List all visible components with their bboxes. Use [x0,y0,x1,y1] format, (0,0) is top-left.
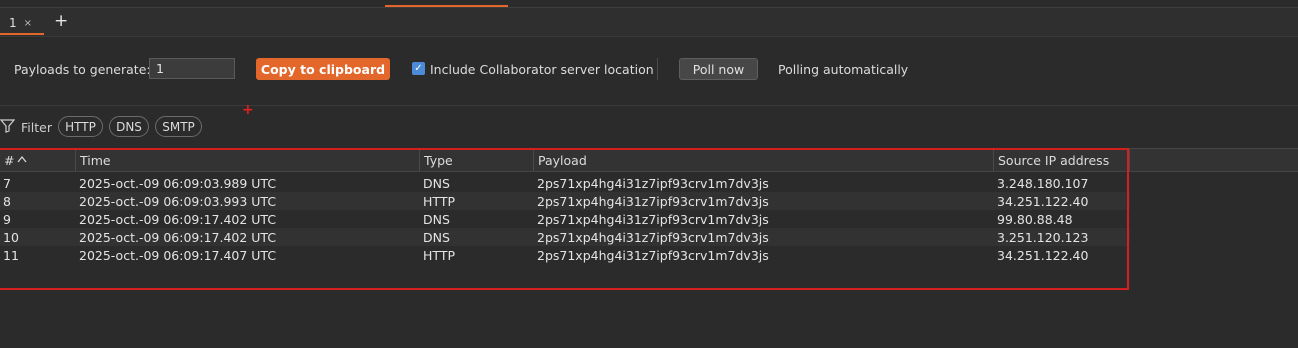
tab-close-icon[interactable]: × [24,18,32,29]
column-header-type[interactable]: Type [420,149,534,171]
cell-payload: 2ps71xp4hg4i31z7ipf93crv1m7dv3js [537,211,769,227]
cell-time: 2025-oct.-09 06:09:03.989 UTC [79,175,277,191]
table-row[interactable]: 8 2025-oct.-09 06:09:03.993 UTC HTTP 2ps… [0,192,1130,210]
cell-source-ip: 99.80.88.48 [997,211,1073,227]
column-header-source-ip[interactable]: Source IP address [994,149,1130,171]
column-header-time[interactable]: Time [76,149,420,171]
filter-pill-http[interactable]: HTTP [58,116,103,137]
payloads-to-generate-label: Payloads to generate: [14,62,151,77]
tab-active-underline [0,33,44,35]
cell-type: DNS [423,175,450,191]
table-row[interactable]: 10 2025-oct.-09 06:09:17.402 UTC DNS 2ps… [0,228,1130,246]
filter-pill-dns[interactable]: DNS [109,116,149,137]
table-row[interactable]: 11 2025-oct.-09 06:09:17.407 UTC HTTP 2p… [0,246,1130,264]
cell-payload: 2ps71xp4hg4i31z7ipf93crv1m7dv3js [537,175,769,191]
cell-type: HTTP [423,193,455,209]
cell-source-ip: 3.248.180.107 [997,175,1089,191]
column-header-number[interactable]: # [0,149,76,171]
cell-time: 2025-oct.-09 06:09:03.993 UTC [79,193,277,209]
toolbar-separator [657,58,658,80]
filter-bar: Filter HTTP DNS SMTP [0,116,600,138]
table-header: # Time Type Payload Source IP address [0,148,1298,172]
cell-number: 7 [3,175,11,191]
cell-time: 2025-oct.-09 06:09:17.407 UTC [79,247,277,263]
add-tab-button[interactable]: + [54,11,68,31]
filter-icon[interactable] [0,119,16,136]
cell-source-ip: 34.251.122.40 [997,247,1089,263]
cell-time: 2025-oct.-09 06:09:17.402 UTC [79,229,277,245]
tab-1[interactable]: 1 × [0,12,44,34]
checkmark-icon: ✓ [414,63,423,74]
cell-number: 11 [3,247,19,263]
cell-payload: 2ps71xp4hg4i31z7ipf93crv1m7dv3js [537,229,769,245]
cell-number: 10 [3,229,19,245]
cell-source-ip: 34.251.122.40 [997,193,1089,209]
cell-type: HTTP [423,247,455,263]
cell-payload: 2ps71xp4hg4i31z7ipf93crv1m7dv3js [537,193,769,209]
table-row[interactable]: 9 2025-oct.-09 06:09:17.402 UTC DNS 2ps7… [0,210,1130,228]
include-server-location-checkbox[interactable]: ✓ [412,62,425,75]
cell-time: 2025-oct.-09 06:09:17.402 UTC [79,211,277,227]
section-divider [0,105,1298,106]
sort-ascending-icon [17,155,27,166]
cell-number: 9 [3,211,11,227]
table-row[interactable]: 7 2025-oct.-09 06:09:03.989 UTC DNS 2ps7… [0,174,1130,192]
polling-status-text: Polling automatically [778,62,909,77]
collaborator-tab-bar: 1 × + [0,8,1298,37]
tab-label: 1 [9,16,17,30]
cell-number: 8 [3,193,11,209]
payloads-count-input[interactable] [149,58,235,79]
cell-type: DNS [423,229,450,245]
filter-label: Filter [21,120,52,135]
poll-now-button[interactable]: Poll now [679,58,758,80]
filter-pill-smtp[interactable]: SMTP [155,116,202,137]
column-header-payload[interactable]: Payload [534,149,994,171]
top-tab-strip [0,0,1298,8]
cell-type: DNS [423,211,450,227]
cell-payload: 2ps71xp4hg4i31z7ipf93crv1m7dv3js [537,247,769,263]
include-server-location-label: Include Collaborator server location [430,62,654,77]
cell-source-ip: 3.251.120.123 [997,229,1089,245]
collaborator-toolbar: Payloads to generate: Copy to clipboard … [0,52,1298,86]
active-top-tab-indicator [385,5,508,7]
copy-to-clipboard-button[interactable]: Copy to clipboard [256,58,390,80]
